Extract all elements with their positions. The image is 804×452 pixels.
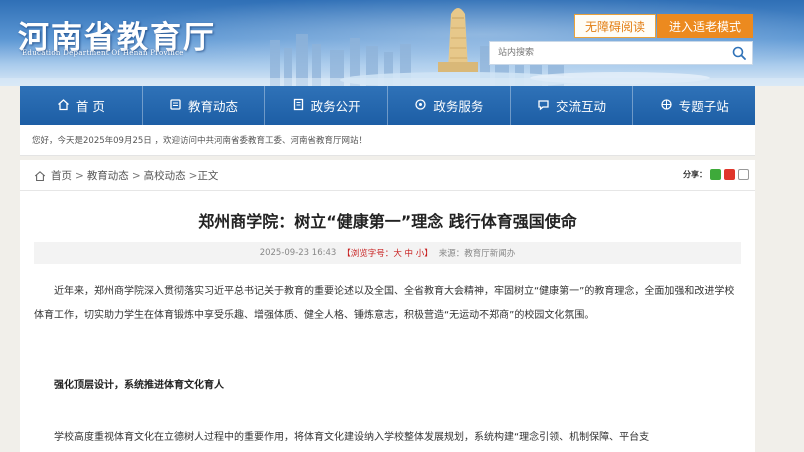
font-size-small[interactable]: 小 — [416, 249, 425, 259]
font-size-control: 【浏览字号：大 中 小】 — [342, 247, 432, 259]
article-container: 首页 > 教育动态 > 高校动态 > 正文 分享： 郑州商学院：树立“健康第一”… — [20, 160, 755, 452]
nav-item-government-affairs[interactable]: 政务公开 — [265, 86, 389, 125]
service-icon — [414, 98, 427, 114]
breadcrumb-separator: > — [131, 169, 141, 182]
share-label: 分享： — [683, 170, 707, 179]
site-logo-subtitle: Education Department Of Henan Province — [22, 49, 184, 57]
breadcrumb-home[interactable]: 首页 — [51, 168, 72, 183]
nav-item-label: 政务服务 — [433, 99, 484, 114]
breadcrumb-education-news[interactable]: 教育动态 — [87, 168, 129, 183]
article-paragraph: 学校高度重视体育文化在立德树人过程中的重要作用，将体育文化建设纳入学校整体发展规… — [54, 432, 650, 443]
share-bar: 分享： — [683, 169, 749, 180]
search-input[interactable] — [490, 42, 726, 64]
chat-icon — [537, 98, 550, 114]
article-title: 郑州商学院：树立“健康第一”理念 践行体育强国使命 — [198, 212, 577, 231]
article-date: 2025-09-23 16:43 — [259, 248, 337, 258]
qq-share-icon[interactable] — [738, 169, 749, 180]
wechat-share-icon[interactable] — [710, 169, 721, 180]
nav-item-interaction[interactable]: 交流互动 — [511, 86, 634, 125]
document-icon — [292, 98, 305, 114]
breadcrumb-separator: > — [188, 169, 198, 182]
nav-item-label: 交流互动 — [556, 99, 607, 114]
main-navigation: 首 页 教育动态 政务公开 政务服务 交流互动 专题子站 — [20, 86, 755, 125]
nav-item-label: 政务公开 — [310, 99, 361, 114]
article-meta: 2025-09-23 16:43 【浏览字号：大 中 小】 来源：教育厅新闻办 — [34, 242, 741, 264]
home-icon — [57, 98, 70, 114]
article-subheading: 强化顶层设计，系统推进体育文化育人 — [54, 380, 224, 391]
site-header: 河南省教育厅 Education Department Of Henan Pro… — [0, 0, 804, 86]
font-size-suffix: 】 — [424, 249, 433, 259]
font-size-medium[interactable]: 中 — [405, 249, 414, 259]
search-icon[interactable] — [726, 42, 752, 64]
accessibility-reading-button[interactable]: 无障碍阅读 — [574, 14, 656, 38]
nav-item-government-services[interactable]: 政务服务 — [388, 86, 511, 125]
nav-item-label: 首 页 — [75, 99, 105, 114]
breadcrumb-separator: > — [75, 169, 84, 182]
welcome-bar: 您好，今天是2025年09月25日 ，欢迎访问中共河南省委教育工委、河南省教育厅… — [20, 125, 755, 156]
elder-mode-button[interactable]: 进入适老模式 — [657, 14, 753, 38]
news-icon — [169, 98, 182, 114]
nav-item-home[interactable]: 首 页 — [20, 86, 143, 125]
breadcrumb: 首页 > 教育动态 > 高校动态 > 正文 — [34, 168, 218, 183]
home-icon — [34, 170, 46, 182]
nav-item-topics[interactable]: 专题子站 — [633, 86, 755, 125]
topic-icon — [660, 98, 673, 114]
site-search-box — [489, 41, 753, 65]
nav-item-label: 教育动态 — [188, 99, 239, 114]
breadcrumb-divider — [20, 190, 755, 191]
font-size-prefix: 【浏览字号： — [342, 249, 394, 259]
article-paragraph: 近年来，郑州商学院深入贯彻落实习近平总书记关于教育的重要论述以及全国、全省教育大… — [34, 286, 735, 321]
nav-item-education-news[interactable]: 教育动态 — [143, 86, 266, 125]
breadcrumb-current: 正文 — [197, 170, 219, 182]
article-source: 来源：教育厅新闻办 — [438, 249, 516, 259]
font-size-large[interactable]: 大 — [393, 249, 402, 259]
breadcrumb-university-news[interactable]: 高校动态 — [144, 168, 186, 183]
nav-item-label: 专题子站 — [678, 99, 729, 114]
weibo-share-icon[interactable] — [724, 169, 735, 180]
